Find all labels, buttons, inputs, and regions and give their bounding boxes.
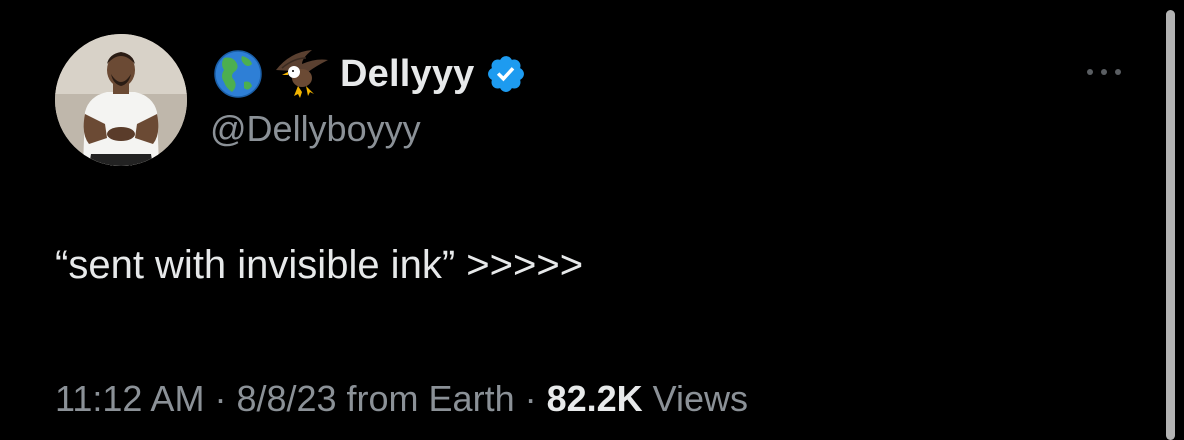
source-prefix: from xyxy=(336,378,429,419)
verified-badge-icon[interactable] xyxy=(485,53,527,95)
author-handle[interactable]: @Dellyboyyy xyxy=(210,108,421,150)
tweet-source: Earth xyxy=(428,378,515,419)
meta-separator-2: · xyxy=(514,378,547,419)
tweet-text: “sent with invisible ink” >>>>> xyxy=(55,243,584,287)
scrollbar[interactable] xyxy=(1166,10,1175,440)
tweet-meta: 11:12 AM · 8/8/23 from Earth · 82.2K Vie… xyxy=(55,378,748,420)
tweet-date[interactable]: 8/8/23 xyxy=(236,378,336,419)
meta-separator: · xyxy=(204,378,237,419)
avatar[interactable] xyxy=(55,34,187,166)
views-count[interactable]: 82.2K xyxy=(547,378,643,419)
more-options-icon[interactable] xyxy=(1082,58,1126,86)
author-display-name[interactable]: Dellyyy xyxy=(340,53,475,96)
views-label: Views xyxy=(642,378,749,419)
tweet-time[interactable]: 11:12 AM xyxy=(55,378,204,419)
eagle-icon xyxy=(272,48,330,100)
globe-americas-icon xyxy=(210,48,268,100)
author-name-row: Dellyyy xyxy=(210,48,527,100)
tweet: Dellyyy @Dellyboyyy “sent with invisible… xyxy=(0,0,1184,440)
